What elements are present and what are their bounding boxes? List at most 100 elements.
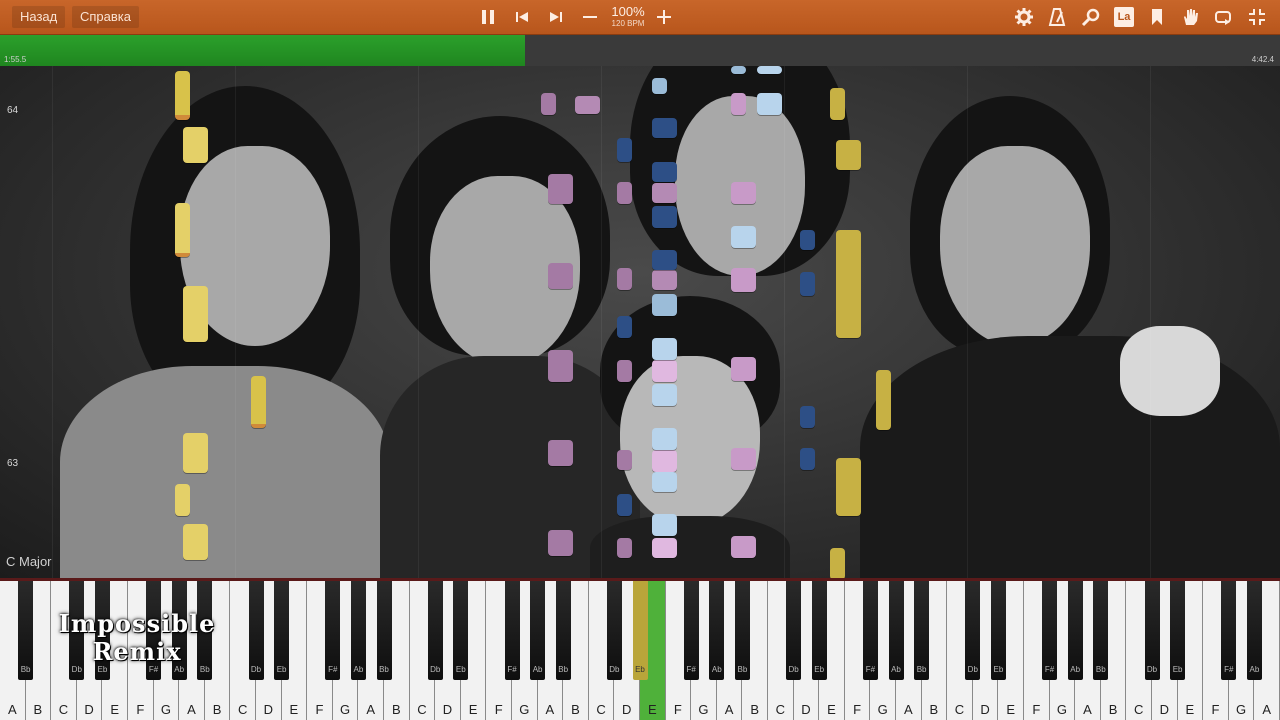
note (652, 384, 677, 406)
black-key[interactable]: F# (504, 580, 520, 680)
black-key[interactable]: Db (965, 580, 981, 680)
black-key[interactable]: Db (1144, 580, 1160, 680)
black-key[interactable]: Ab (709, 580, 725, 680)
black-key-label: Bb (20, 665, 31, 674)
elapsed-time: 1:55.5 (4, 55, 27, 64)
black-key[interactable]: Eb (632, 580, 648, 680)
white-key-label: F (853, 702, 862, 717)
black-key-label: Eb (1172, 665, 1183, 674)
loop-icon[interactable] (1212, 6, 1234, 28)
note (800, 272, 815, 296)
black-key[interactable]: Eb (274, 580, 290, 680)
black-key-label: F# (1224, 665, 1234, 674)
white-key-label: G (340, 702, 351, 717)
black-key[interactable]: Eb (453, 580, 469, 680)
help-button[interactable]: Справка (72, 6, 139, 28)
black-key[interactable]: Ab (530, 580, 546, 680)
search-icon[interactable] (1080, 6, 1102, 28)
black-key[interactable]: Bb (1093, 580, 1109, 680)
white-key-label: D (442, 702, 453, 717)
white-key-label: F (315, 702, 324, 717)
speed-up-icon[interactable] (653, 6, 675, 28)
note (731, 268, 756, 292)
white-key-label: C (954, 702, 965, 717)
speed-down-icon[interactable] (579, 6, 601, 28)
white-key-label: C (596, 702, 606, 717)
note (652, 206, 677, 228)
white-key-label: A (1262, 702, 1272, 717)
note (757, 93, 782, 115)
black-key[interactable]: Bb (555, 580, 571, 680)
black-key[interactable]: Bb (734, 580, 750, 680)
black-key[interactable]: F# (325, 580, 341, 680)
note (652, 78, 667, 94)
black-key-label: Eb (635, 665, 645, 674)
octave-label-upper: 64 (7, 105, 19, 116)
black-key-label: Db (1146, 665, 1158, 674)
black-key[interactable]: Eb (1170, 580, 1186, 680)
pause-icon[interactable] (477, 6, 499, 28)
note (175, 484, 190, 516)
black-key[interactable]: Bb (914, 580, 930, 680)
black-key-label: Ab (353, 665, 364, 674)
hand-icon[interactable] (1179, 6, 1201, 28)
speed-readout: 100% 120 BPM (606, 5, 650, 29)
note (617, 360, 632, 382)
black-key[interactable]: Ab (888, 580, 904, 680)
black-key[interactable]: Bb (18, 580, 34, 680)
skip-back-icon[interactable] (511, 6, 533, 28)
white-key-label: G (160, 702, 171, 717)
white-key-label: C (417, 702, 427, 717)
black-key[interactable]: Db (786, 580, 802, 680)
exit-fullscreen-icon[interactable] (1246, 6, 1268, 28)
speed-percent: 100% (611, 4, 645, 19)
note (617, 538, 632, 558)
black-key[interactable]: F# (862, 580, 878, 680)
note (731, 66, 746, 74)
black-key-label: Eb (455, 665, 466, 674)
note (175, 203, 190, 257)
black-key[interactable]: Db (606, 580, 622, 680)
bookmark-icon[interactable] (1146, 6, 1168, 28)
gear-icon[interactable] (1013, 6, 1035, 28)
impossible-remix-logo: Impossible Remix (46, 610, 228, 666)
black-key[interactable]: F# (1042, 580, 1058, 680)
black-key-label: Eb (993, 665, 1004, 674)
black-key[interactable]: Db (248, 580, 264, 680)
white-key-label: E (827, 702, 836, 717)
note-labels-toggle[interactable]: La (1114, 7, 1134, 27)
progress-bar[interactable] (0, 34, 1280, 66)
white-key-label: A (903, 702, 913, 717)
black-key[interactable]: F# (1221, 580, 1237, 680)
note (757, 66, 782, 74)
black-key[interactable]: Ab (350, 580, 366, 680)
black-key[interactable]: Bb (376, 580, 392, 680)
note (836, 140, 861, 170)
note (652, 338, 677, 360)
back-button[interactable]: Назад (12, 6, 66, 28)
black-key[interactable]: Eb (811, 580, 827, 680)
black-key[interactable]: Eb (990, 580, 1006, 680)
note (652, 472, 677, 492)
note (652, 162, 677, 182)
note (731, 448, 756, 470)
octave-label-lower: 63 (7, 458, 19, 469)
white-key-label: F (1211, 702, 1220, 717)
black-key[interactable]: Ab (1067, 580, 1083, 680)
metronome-icon[interactable] (1046, 6, 1068, 28)
black-key[interactable]: F# (683, 580, 699, 680)
note (731, 536, 756, 558)
white-key-label: D (621, 702, 632, 717)
black-key[interactable]: Ab (1246, 580, 1262, 680)
skip-forward-icon[interactable] (545, 6, 567, 28)
note (652, 270, 677, 290)
white-key-label: F (494, 702, 503, 717)
white-key-label: F (1032, 702, 1041, 717)
white-key-label: G (877, 702, 888, 717)
note (836, 458, 861, 516)
white-key-label: A (545, 702, 555, 717)
note (652, 428, 677, 450)
note (548, 350, 573, 382)
black-key[interactable]: Db (427, 580, 443, 680)
white-key-label: A (724, 702, 734, 717)
